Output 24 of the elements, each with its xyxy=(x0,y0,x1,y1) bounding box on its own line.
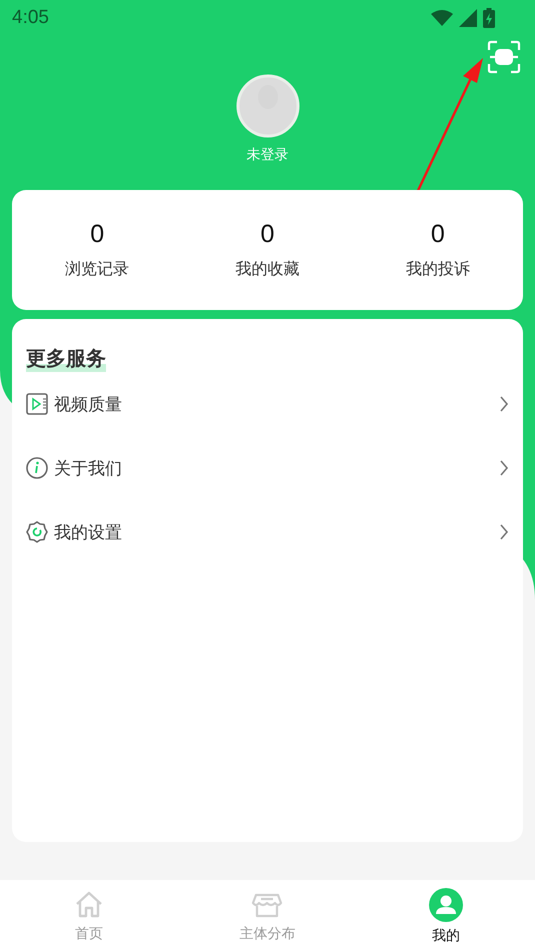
stat-value: 0 xyxy=(90,220,104,249)
menu-item[interactable]: 我的设置 xyxy=(26,500,509,564)
stat-label[interactable]: 我的投诉 xyxy=(406,259,470,280)
gear-icon xyxy=(26,521,48,543)
wifi-icon xyxy=(431,10,453,26)
chevron-icon xyxy=(499,460,509,476)
chevron-icon xyxy=(499,524,509,540)
menu-item[interactable]: 关于我们 xyxy=(26,436,509,500)
stat-value: 0 xyxy=(430,220,445,249)
avatar-icon[interactable] xyxy=(236,74,300,138)
stat-label[interactable]: 我的收藏 xyxy=(235,259,300,280)
stat-label[interactable]: 浏览记录 xyxy=(65,259,130,280)
info-icon xyxy=(26,457,48,479)
section-title: 更多服务 xyxy=(26,345,106,372)
signal-icon xyxy=(459,9,477,27)
stat-value: 0 xyxy=(260,220,274,249)
scan-icon[interactable] xyxy=(487,40,521,74)
tab[interactable]: 我的 xyxy=(356,880,535,951)
menu-item[interactable]: 视频质量 xyxy=(26,372,509,436)
status-time: 4:05 xyxy=(12,7,49,29)
battery-icon xyxy=(483,8,495,28)
chevron-icon xyxy=(499,396,509,412)
video-icon xyxy=(26,393,48,415)
user-icon xyxy=(428,886,464,922)
